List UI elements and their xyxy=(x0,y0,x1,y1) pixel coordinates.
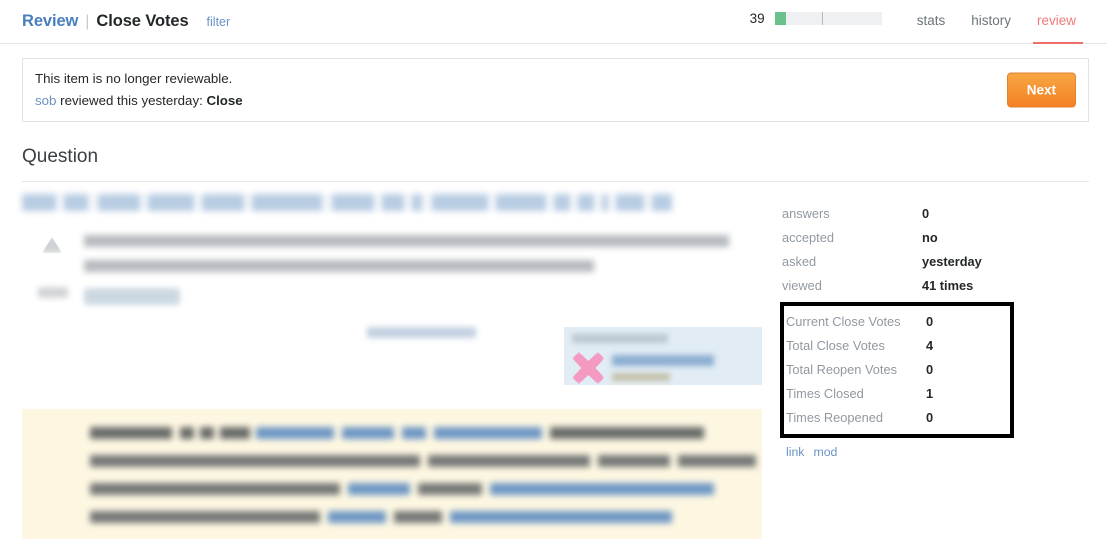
mod-links: link mod xyxy=(782,445,1012,459)
breadcrumb-separator: | xyxy=(85,13,90,30)
table-row: viewed 41 times xyxy=(782,274,982,298)
user-card xyxy=(564,327,762,385)
stat-value-times-closed: 1 xyxy=(926,386,934,401)
table-row: accepted no xyxy=(782,226,982,250)
stat-label-current-close-votes: Current Close Votes xyxy=(786,314,901,329)
closed-notice xyxy=(22,409,762,539)
progress-count: 39 xyxy=(749,11,765,26)
mod-link[interactable]: mod xyxy=(813,445,837,459)
table-row: Times Reopened 0 xyxy=(786,406,933,430)
stat-value-viewed: 41 times xyxy=(922,278,974,293)
stat-value-answers: 0 xyxy=(922,206,930,221)
stat-label-times-closed: Times Closed xyxy=(786,386,864,401)
question-tag-redacted[interactable] xyxy=(84,288,180,305)
closed-notice-line xyxy=(90,427,704,439)
username-redacted[interactable] xyxy=(612,355,715,366)
stat-value-asked: yesterday xyxy=(922,254,982,269)
breadcrumb-current: Close Votes xyxy=(96,12,189,30)
edited-timestamp-redacted[interactable] xyxy=(367,327,477,338)
tab-history[interactable]: history xyxy=(958,0,1024,44)
review-status-banner: This item is no longer reviewable. sob r… xyxy=(22,58,1089,122)
review-progress: 39 xyxy=(750,11,882,26)
tab-stats[interactable]: stats xyxy=(904,0,959,44)
question-body-line xyxy=(84,235,729,247)
stat-value-current-close-votes: 0 xyxy=(926,314,934,329)
banner-review-verb: reviewed this yesterday: xyxy=(56,93,207,108)
upvote-arrow-icon[interactable] xyxy=(42,237,62,253)
question-stats-sidebar: answers 0 accepted no asked yesterday vi… xyxy=(780,182,1014,539)
next-button[interactable]: Next xyxy=(1006,72,1076,108)
progress-bar-track xyxy=(774,12,882,25)
stat-label-answers: answers xyxy=(782,206,830,221)
tab-review[interactable]: review xyxy=(1024,0,1089,44)
closed-notice-line xyxy=(90,455,756,467)
vote-controls[interactable] xyxy=(22,233,84,305)
banner-secondary-message: sob reviewed this yesterday: Close xyxy=(35,91,243,111)
question-title-redacted[interactable] xyxy=(22,194,672,211)
content-area: answers 0 accepted no asked yesterday vi… xyxy=(22,182,1089,539)
link-link[interactable]: link xyxy=(786,445,804,459)
banner-primary-message: This item is no longer reviewable. xyxy=(35,71,233,87)
stat-value-total-close-votes: 4 xyxy=(926,338,934,353)
close-vote-stats-highlight: Current Close Votes 0 Total Close Votes … xyxy=(780,302,1014,438)
stat-value-accepted: no xyxy=(922,230,938,245)
banner-review-action: Close xyxy=(206,93,243,108)
progress-bar-fill xyxy=(774,12,786,25)
table-row: Times Closed 1 xyxy=(786,382,933,406)
question-column xyxy=(22,182,762,539)
table-row: asked yesterday xyxy=(782,250,982,274)
table-row: Total Reopen Votes 0 xyxy=(786,358,933,382)
progress-bar-tick xyxy=(821,12,823,25)
stat-label-total-close-votes: Total Close Votes xyxy=(786,338,885,353)
banner-text: This item is no longer reviewable. sob r… xyxy=(35,69,243,110)
stat-value-times-reopened: 0 xyxy=(926,410,934,425)
stat-label-asked: asked xyxy=(782,254,817,269)
stat-label-viewed: viewed xyxy=(782,278,822,293)
breadcrumb: Review | Close Votes filter xyxy=(22,0,230,31)
stat-label-times-reopened: Times Reopened xyxy=(786,410,883,425)
question-body-row xyxy=(22,233,762,305)
filter-link[interactable]: filter xyxy=(207,15,231,29)
table-row: Current Close Votes 0 xyxy=(786,310,933,334)
closed-notice-line xyxy=(90,511,672,523)
banner-reviewer-link[interactable]: sob xyxy=(35,93,56,108)
question-body-redacted xyxy=(84,233,762,305)
stat-label-total-reopen-votes: Total Reopen Votes xyxy=(786,362,897,377)
header-right-group: 39 stats history review xyxy=(750,0,1089,44)
user-card-action-redacted xyxy=(572,334,669,343)
breadcrumb-review-link[interactable]: Review xyxy=(22,12,78,31)
stat-label-accepted: accepted xyxy=(782,230,834,245)
vote-count-redacted xyxy=(38,287,68,298)
close-vote-stats-table: Current Close Votes 0 Total Close Votes … xyxy=(786,310,933,430)
user-card-body xyxy=(572,352,754,384)
stats-table: answers 0 accepted no asked yesterday vi… xyxy=(782,202,982,298)
stat-value-total-reopen-votes: 0 xyxy=(926,362,934,377)
question-body-line xyxy=(84,260,594,272)
closed-notice-line xyxy=(90,483,714,495)
table-row: Total Close Votes 4 xyxy=(786,334,933,358)
avatar[interactable] xyxy=(572,352,605,384)
header-tabs: stats history review xyxy=(904,0,1089,44)
reputation-redacted xyxy=(612,373,671,381)
user-card-text xyxy=(612,352,715,384)
question-meta-row xyxy=(22,327,762,385)
page-header: Review | Close Votes filter 39 stats his… xyxy=(0,0,1107,44)
table-row: answers 0 xyxy=(782,202,982,226)
page-title: Question xyxy=(22,146,99,167)
